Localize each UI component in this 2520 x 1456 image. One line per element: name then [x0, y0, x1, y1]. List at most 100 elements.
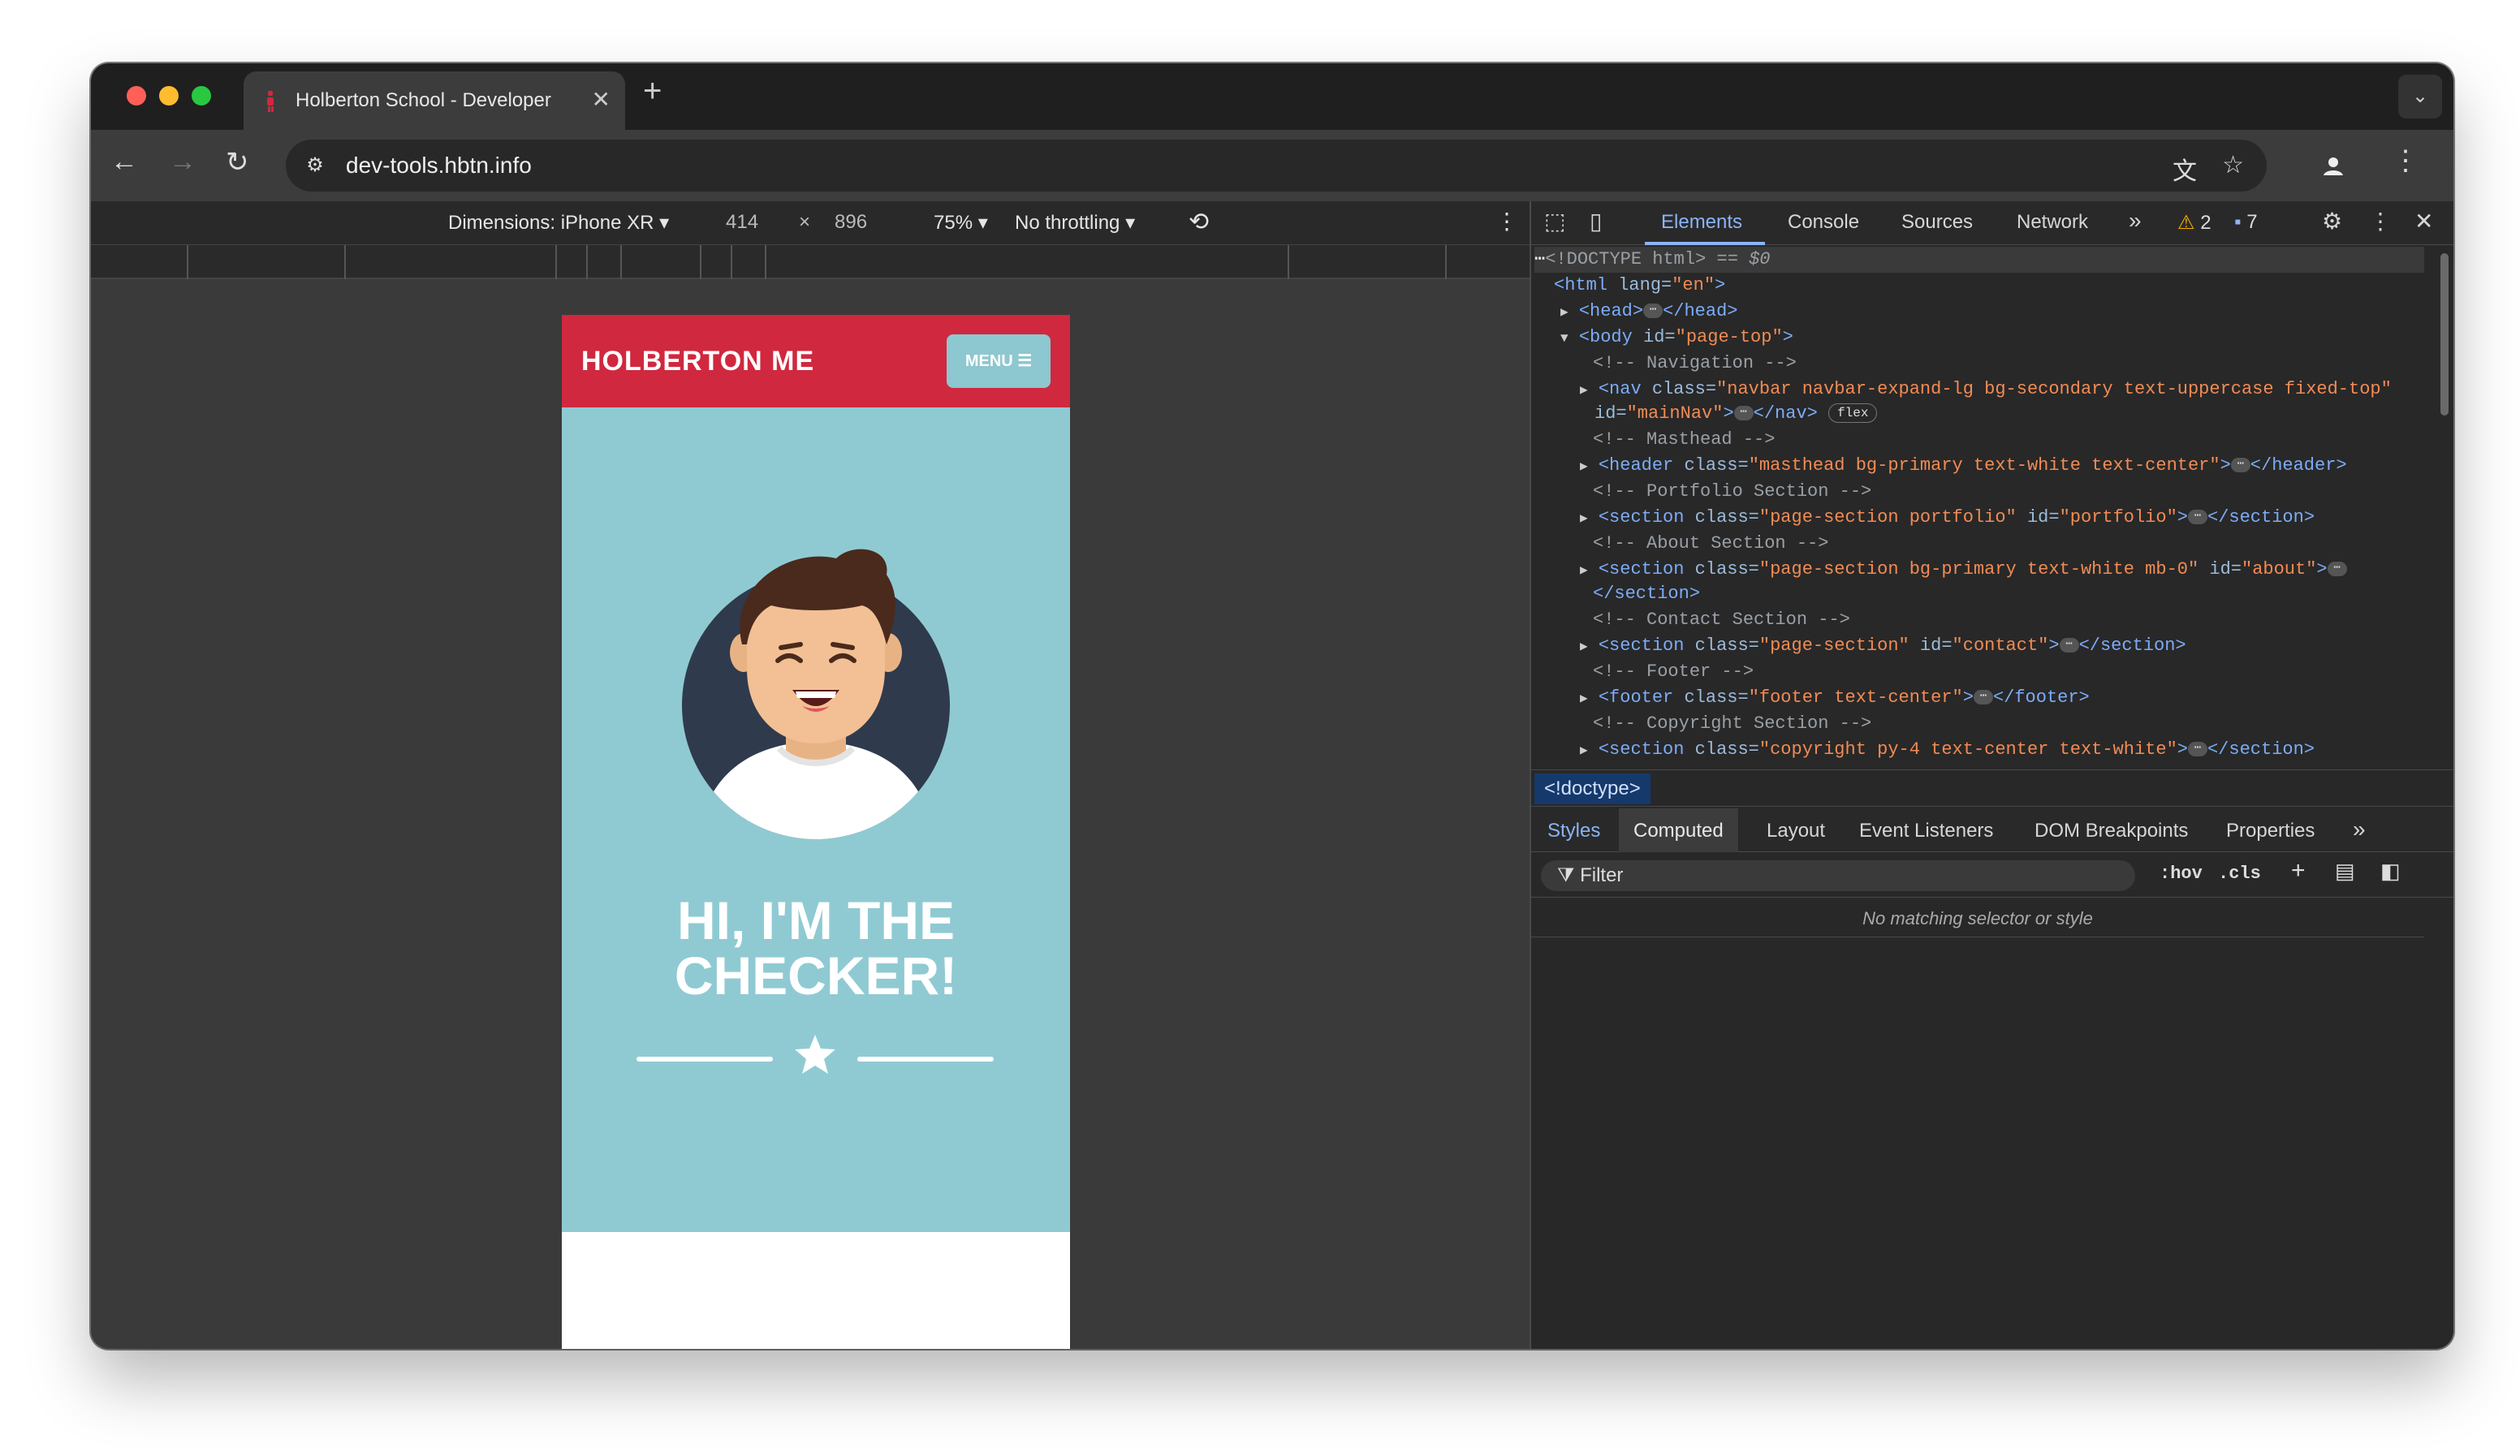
sidebar-toggle-icon[interactable]: ◧ [2380, 859, 2401, 884]
bookmark-star-icon[interactable]: ☆ [2222, 151, 2244, 179]
dom-line-comment-mast[interactable]: <!-- Masthead --> [1593, 427, 1775, 453]
devtools-tabbar: ⬚ ▯ Elements Console Sources Network » ⚠… [1531, 201, 2453, 245]
dom-line-body[interactable]: ▼ <body id="page-top"> [1560, 325, 1793, 351]
dom-line-about[interactable]: ▶ <section class="page-section bg-primar… [1580, 557, 2347, 583]
subtab-styles[interactable]: Styles [1547, 820, 1600, 842]
dom-scrollbar[interactable] [2440, 253, 2449, 416]
more-tabs-icon[interactable]: » [2129, 208, 2142, 234]
viewport-width-input[interactable]: 414 [726, 211, 758, 234]
dom-line-copyright[interactable]: ▶ <section class="copyright py-4 text-ce… [1580, 737, 2315, 758]
footer-tag: <footer [1598, 687, 1674, 708]
port-val2: "portfolio" [2059, 507, 2177, 528]
menu-button[interactable]: MENU ☰ [947, 334, 1051, 388]
subtab-event-listeners[interactable]: Event Listeners [1859, 820, 1993, 842]
dom-line-portfolio[interactable]: ▶ <section class="page-section portfolio… [1580, 505, 2315, 531]
viewport-height-input[interactable]: 896 [835, 211, 867, 234]
inspect-element-icon[interactable]: ⬚ [1544, 208, 1565, 235]
dom-line-about-close[interactable]: </section> [1593, 581, 1700, 607]
profile-avatar-icon[interactable] [2319, 151, 2348, 180]
footer-attr: class= [1673, 687, 1749, 708]
dom-line-contact[interactable]: ▶ <section class="page-section" id="cont… [1580, 633, 2186, 659]
dom-line-comment-nav[interactable]: <!-- Navigation --> [1593, 351, 1797, 377]
footer-val: "footer text-center" [1748, 687, 1963, 708]
devtools-close-icon[interactable]: ✕ [2414, 208, 2433, 235]
copy-tag: <section [1598, 739, 1685, 758]
dom-line-nav[interactable]: ▶ <nav class="navbar navbar-expand-lg bg… [1580, 377, 2392, 403]
new-tab-button[interactable]: + [643, 73, 662, 110]
dom-line-comment-about[interactable]: <!-- About Section --> [1593, 531, 1828, 557]
tab-close-icon[interactable]: ✕ [592, 86, 611, 113]
nav-val: "navbar navbar-expand-lg bg-secondary te… [1716, 379, 2392, 399]
header-val: "masthead bg-primary text-white text-cen… [1748, 455, 2220, 476]
filter-icon: ⧩ [1557, 864, 1575, 886]
issues-badge[interactable]: ▪ 7 [2234, 211, 2258, 234]
device-toolbar-more-icon[interactable]: ⋮ [1495, 208, 1518, 235]
head-close: </head> [1663, 301, 1738, 321]
paint-brush-icon[interactable]: ▤ [2335, 859, 2355, 884]
dom-line-comment-contact[interactable]: <!-- Contact Section --> [1593, 607, 1850, 633]
address-bar[interactable]: ⚙ dev-tools.hbtn.info 文 ☆ [286, 140, 2267, 192]
device-toolbar: Dimensions: iPhone XR ▾ 414 × 896 75% ▾ … [91, 201, 1530, 245]
browser-window: Holberton School - Developer ✕ + ⌄ ← → ↻… [91, 63, 2453, 1349]
new-style-rule-icon[interactable]: + [2291, 857, 2306, 885]
minimize-window-button[interactable] [159, 86, 179, 106]
settings-gear-icon[interactable]: ⚙ [2322, 208, 2342, 235]
cls-toggle[interactable]: .cls [2218, 864, 2261, 884]
subtab-layout[interactable]: Layout [1767, 820, 1825, 842]
html-attr: lang= [1607, 275, 1672, 295]
maximize-window-button[interactable] [192, 86, 211, 106]
selected-marker: == $0 [1706, 249, 1771, 269]
flex-badge[interactable]: flex [1828, 403, 1878, 424]
translate-icon[interactable]: 文 [2173, 151, 2197, 187]
subtab-dom-breakpoints[interactable]: DOM Breakpoints [2035, 820, 2188, 842]
tab-network[interactable]: Network [2017, 211, 2088, 234]
rotate-icon[interactable]: ⟲ [1189, 208, 1209, 236]
nav-val2: "mainNav" [1626, 403, 1724, 424]
dom-line-head[interactable]: ▶ <head> ⋯ </head> [1560, 299, 1737, 325]
dom-line-html[interactable]: <html lang="en"> [1554, 273, 1725, 299]
styles-filter-input[interactable]: ⧩ Filter [1541, 860, 2135, 891]
device-toggle-icon[interactable]: ▯ [1590, 208, 1602, 235]
star-icon [795, 1035, 835, 1074]
dom-line-header[interactable]: ▶ <header class="masthead bg-primary tex… [1580, 453, 2347, 479]
dom-line-nav-cont[interactable]: id="mainNav"> ⋯ </nav> flex [1594, 401, 1878, 427]
comment-mast: <!-- Masthead --> [1593, 429, 1776, 450]
hero-heading: HI, I'M THE CHECKER! [562, 893, 1070, 1003]
reload-icon[interactable]: ↻ [226, 146, 249, 179]
warning-count: 2 [2200, 212, 2211, 234]
subtab-computed[interactable]: Computed [1619, 808, 1738, 852]
tab-search-chevron-icon[interactable]: ⌄ [2398, 75, 2442, 118]
throttling-select[interactable]: No throttling ▾ [1015, 211, 1135, 235]
breadcrumb-doctype[interactable]: <!doctype> [1534, 773, 1651, 804]
styles-subtabs: Styles Computed Layout Event Listeners D… [1531, 808, 2453, 852]
site-brand[interactable]: HOLBERTON ME [581, 346, 814, 377]
comment-nav: <!-- Navigation --> [1593, 353, 1797, 373]
header-attr: class= [1673, 455, 1749, 476]
browser-menu-icon[interactable]: ⋮ [2392, 144, 2419, 177]
port-val: "page-section portfolio" [1758, 507, 2017, 528]
site-info-icon[interactable]: ⚙ [300, 151, 330, 180]
dom-line-comment-footer[interactable]: <!-- Footer --> [1593, 659, 1754, 685]
dom-line-doctype[interactable]: ⋯<!DOCTYPE html> == $0 [1534, 247, 2424, 273]
html-val: "en" [1672, 275, 1715, 295]
tab-sources[interactable]: Sources [1901, 211, 1973, 234]
browser-tab[interactable]: Holberton School - Developer ✕ [244, 71, 625, 130]
dom-line-comment-copy[interactable]: <!-- Copyright Section --> [1593, 711, 1871, 737]
close-window-button[interactable] [127, 86, 146, 106]
media-query-ruler[interactable] [91, 245, 1530, 279]
dom-line-comment-port[interactable]: <!-- Portfolio Section --> [1593, 479, 1871, 505]
zoom-select[interactable]: 75% ▾ [934, 211, 988, 235]
forward-arrow-icon[interactable]: → [169, 146, 196, 178]
tab-console[interactable]: Console [1788, 211, 1859, 234]
back-arrow-icon[interactable]: ← [110, 146, 138, 178]
dom-line-footer[interactable]: ▶ <footer class="footer text-center"> ⋯ </… [1580, 685, 2090, 711]
more-subtabs-icon[interactable]: » [2353, 816, 2366, 842]
devtools-more-icon[interactable]: ⋮ [2369, 208, 2392, 235]
tab-elements[interactable]: Elements [1661, 211, 1742, 234]
subtab-properties[interactable]: Properties [2226, 820, 2315, 842]
url-text[interactable]: dev-tools.hbtn.info [346, 153, 532, 179]
header-close: </header> [2250, 455, 2347, 476]
device-dimensions-select[interactable]: Dimensions: iPhone XR ▾ [448, 211, 669, 235]
warnings-badge[interactable]: ⚠ 2 [2177, 211, 2211, 235]
hov-toggle[interactable]: :hov [2160, 864, 2203, 884]
